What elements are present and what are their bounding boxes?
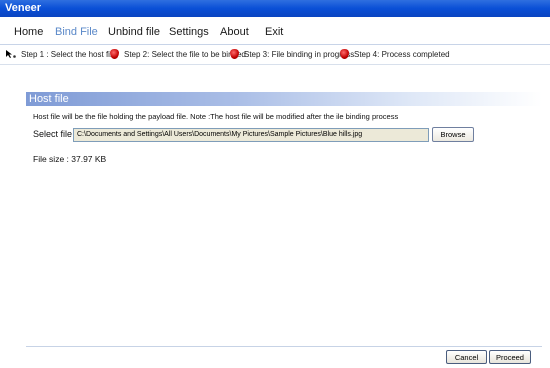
select-file-label: Select file : — [33, 129, 78, 139]
window-titlebar: Veneer — [0, 0, 550, 17]
section-header-host-file: Host file — [26, 92, 542, 106]
browse-button[interactable]: Browse — [432, 127, 474, 142]
footer-divider — [26, 346, 542, 347]
menu-item-home[interactable]: Home — [14, 26, 43, 38]
menu-item-unbind-file[interactable]: Unbind file — [108, 26, 160, 38]
step-2: Step 2: Select the file to be binded — [110, 49, 246, 59]
host-file-panel: Host file Host file will be the file hol… — [0, 66, 550, 346]
red-shield-icon — [110, 49, 119, 59]
red-shield-icon — [340, 49, 349, 59]
file-size-label: File size : 37.97 KB — [33, 154, 107, 164]
step-3-label: Step 3: File binding in progress — [244, 49, 355, 59]
menu-item-about[interactable]: About — [220, 26, 249, 38]
step-1: Step 1 : Select the host file — [5, 49, 116, 59]
host-file-description: Host file will be the file holding the p… — [33, 112, 399, 121]
step-1-label: Step 1 : Select the host file — [21, 49, 117, 59]
menu-item-exit[interactable]: Exit — [265, 26, 283, 38]
red-shield-icon — [230, 49, 239, 59]
window-title: Veneer — [5, 2, 42, 14]
wizard-steps: Step 1 : Select the host file Step 2: Se… — [0, 45, 550, 65]
proceed-button[interactable]: Proceed — [489, 350, 531, 364]
step-3: Step 3: File binding in progress — [230, 49, 354, 59]
step-2-label: Step 2: Select the file to be binded — [124, 49, 246, 59]
menu-item-bind-file[interactable]: Bind File — [55, 26, 98, 38]
host-file-path-field[interactable]: C:\Documents and Settings\All Users\Docu… — [73, 128, 429, 142]
step-4-label: Step 4: Process completed — [354, 49, 450, 59]
arrow-cursor-icon — [5, 49, 17, 59]
cancel-button[interactable]: Cancel — [446, 350, 487, 364]
step-4: Step 4: Process completed — [340, 49, 450, 59]
menu-bar: Home Bind File Unbind file Settings Abou… — [0, 17, 550, 45]
menu-item-settings[interactable]: Settings — [169, 26, 209, 38]
